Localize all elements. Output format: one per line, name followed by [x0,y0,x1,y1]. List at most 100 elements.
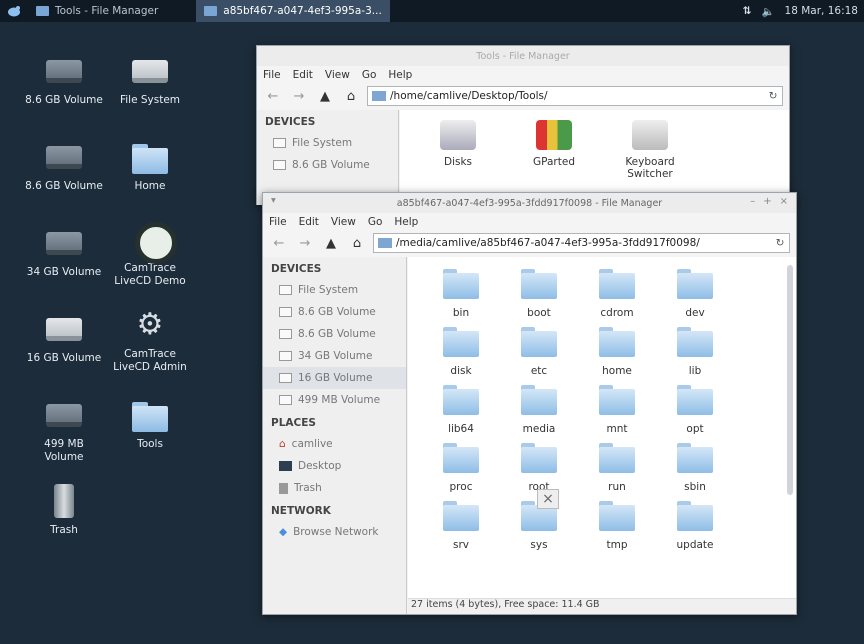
volume-file-manager-window[interactable]: ▾ a85bf467-a047-4ef3-995a-3fdd917f0098 -… [262,192,797,615]
desktop-icon-8-6gb-volume-2[interactable]: 8.6 GB Volume [24,140,104,193]
folder-item[interactable]: opt [656,385,734,435]
window-titlebar[interactable]: ▾ a85bf467-a047-4ef3-995a-3fdd917f0098 -… [263,193,796,213]
sidebar-item-499mb-volume[interactable]: 499 MB Volume [263,389,406,411]
folder-item[interactable]: mnt [578,385,656,435]
vertical-scrollbar[interactable] [787,265,793,495]
menu-view[interactable]: View [325,69,350,81]
menu-edit[interactable]: Edit [293,69,313,81]
window-menu-icon[interactable]: ▾ [271,195,276,206]
app-disks[interactable]: Disks [410,120,506,180]
home-icon[interactable]: ⌂ [347,233,367,253]
sidebar-item-camlive[interactable]: ⌂ camlive [263,433,406,455]
desktop-icon-camtrace-demo[interactable]: CamTrace LiveCD Demo [110,222,190,288]
folder-item[interactable]: root [500,443,578,493]
location-path: /media/camlive/a85bf467-a047-4ef3-995a-3… [396,237,700,249]
app-keyboard-switcher[interactable]: Keyboard Switcher [602,120,698,180]
file-view[interactable]: bin boot cdrom dev disk etc home lib lib64 media m… [408,257,796,598]
folder-item[interactable]: cdrom [578,269,656,319]
folder-label: dev [685,307,705,319]
sidebar-item-34gb-volume[interactable]: 34 GB Volume [263,345,406,367]
sidebar-item-desktop[interactable]: Desktop [263,455,406,477]
window-title: Tools - File Manager [476,50,570,62]
forward-arrow-icon[interactable]: → [295,233,315,253]
gparted-icon [536,120,572,150]
folder-item[interactable]: update [656,501,734,551]
desktop-icon-camtrace-admin[interactable]: ⚙ CamTrace LiveCD Admin [110,308,190,374]
maximize-icon[interactable]: + [763,196,771,207]
task-label: a85bf467-a047-4ef3-995a-3... [223,5,382,17]
folder-item[interactable]: run [578,443,656,493]
home-icon[interactable]: ⌂ [341,86,361,106]
folder-item[interactable]: srv [422,501,500,551]
location-bar[interactable]: /home/camlive/Desktop/Tools/ ↻ [367,86,783,106]
menu-view[interactable]: View [331,216,356,228]
up-arrow-icon[interactable]: ▲ [315,86,335,106]
back-arrow-icon[interactable]: ← [269,233,289,253]
disks-icon [440,120,476,150]
drive-icon [279,307,292,317]
desktop-icon-499mb-volume[interactable]: 499 MB Volume [24,398,104,464]
folder-item[interactable]: etc [500,327,578,377]
folder-icon [443,443,479,473]
reload-icon[interactable]: ↻ [771,237,789,249]
back-arrow-icon[interactable]: ← [263,86,283,106]
desktop-icon-trash[interactable]: Trash [24,484,104,537]
file-view[interactable]: Disks GParted Keyboard Switcher [400,110,789,204]
sidebar-item-16gb-volume[interactable]: 16 GB Volume [263,367,406,389]
sidebar-item-trash[interactable]: Trash [263,477,406,499]
tools-file-manager-window[interactable]: Tools - File Manager File Edit View Go H… [256,45,790,205]
app-gparted[interactable]: GParted [506,120,602,180]
minimize-icon[interactable]: – [750,196,755,207]
folder-label: home [602,365,632,377]
desktop-icon-16gb-volume[interactable]: 16 GB Volume [24,312,104,365]
sidebar-item-file-system[interactable]: File System [257,132,398,154]
folder-item[interactable]: dev [656,269,734,319]
desktop-icon-8-6gb-volume[interactable]: 8.6 GB Volume [24,54,104,107]
folder-item[interactable]: home [578,327,656,377]
sidebar-item-browse-network[interactable]: ◆ Browse Network [263,521,406,543]
close-icon[interactable]: × [780,196,788,207]
menu-go[interactable]: Go [362,69,377,81]
desktop-icon-label: Trash [50,524,78,536]
folder-item[interactable]: sbin [656,443,734,493]
taskbar-item-tools[interactable]: Tools - File Manager [28,0,166,22]
menu-edit[interactable]: Edit [299,216,319,228]
reload-icon[interactable]: ↻ [764,90,782,102]
folder-icon [599,385,635,415]
sidebar-item-8-6gb-volume[interactable]: 8.6 GB Volume [257,154,398,176]
folder-label: mnt [606,423,628,435]
forward-arrow-icon[interactable]: → [289,86,309,106]
folder-label: etc [530,365,548,377]
menu-help[interactable]: Help [394,216,418,228]
desktop-icon-file-system[interactable]: File System [110,54,190,107]
sidebar-item-label: Trash [294,482,322,494]
location-bar[interactable]: /media/camlive/a85bf467-a047-4ef3-995a-3… [373,233,790,253]
sidebar-item-file-system[interactable]: File System [263,279,406,301]
network-icon[interactable]: ⇅ [743,5,752,17]
window-titlebar[interactable]: Tools - File Manager [257,46,789,66]
whisker-menu-button[interactable] [0,0,28,22]
folder-item[interactable]: disk [422,327,500,377]
menu-file[interactable]: File [269,216,287,228]
folder-item[interactable]: media [500,385,578,435]
menu-go[interactable]: Go [368,216,383,228]
folder-item[interactable]: boot [500,269,578,319]
volume-icon[interactable]: 🔈 [761,5,774,18]
sidebar-item-8-6gb-volume-2[interactable]: 8.6 GB Volume [263,323,406,345]
desktop-icon-tools[interactable]: Tools [110,398,190,451]
folder-item[interactable]: lib64 [422,385,500,435]
desktop-icon-home[interactable]: Home [110,140,190,193]
sidebar-item-8-6gb-volume[interactable]: 8.6 GB Volume [263,301,406,323]
menu-file[interactable]: File [263,69,281,81]
folder-item[interactable]: tmp [578,501,656,551]
clock[interactable]: 18 Mar, 16:18 [785,5,858,17]
folder-item[interactable]: proc [422,443,500,493]
desktop-icon-34gb-volume[interactable]: 34 GB Volume [24,226,104,279]
folder-item[interactable]: bin [422,269,500,319]
folder-item[interactable]: lib [656,327,734,377]
menu-help[interactable]: Help [388,69,412,81]
desktop-icon-label: 499 MB Volume [44,438,84,463]
up-arrow-icon[interactable]: ▲ [321,233,341,253]
taskbar-item-volume[interactable]: a85bf467-a047-4ef3-995a-3... [196,0,390,22]
folder-icon [521,443,557,473]
